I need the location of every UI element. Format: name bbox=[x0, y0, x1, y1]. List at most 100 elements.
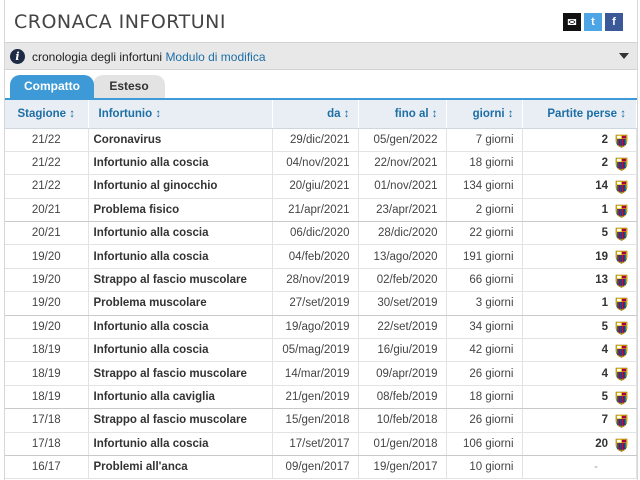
table-row: 18/19 Strappo al fascio muscolare 14/mar/2… bbox=[5, 361, 637, 386]
from-date-cell: 15/gen/2018 bbox=[272, 408, 359, 433]
email-share-icon[interactable]: ✉ bbox=[563, 13, 581, 31]
until-date-cell: 01/gen/2018 bbox=[358, 432, 447, 456]
season-cell: 18/19 bbox=[5, 385, 89, 410]
games-missed-value: 14 bbox=[595, 180, 608, 193]
table-row: 21/22 Infortunio alla coscia 04/nov/2021 22… bbox=[5, 151, 637, 176]
until-date-cell: 16/giu/2019 bbox=[358, 338, 447, 363]
until-date-cell: 10/feb/2018 bbox=[358, 408, 447, 433]
table-row: 21/22 Infortunio al ginocchio 20/giu/2021 0… bbox=[5, 174, 637, 199]
games-missed-value: 7 bbox=[601, 414, 608, 427]
share-buttons: ✉ t f bbox=[563, 13, 623, 31]
table-row: 19/20 Strappo al fascio muscolare 28/nov/2… bbox=[5, 268, 637, 293]
until-date-cell: 09/apr/2019 bbox=[358, 361, 447, 386]
page-title: CRONACA INFORTUNI bbox=[14, 11, 226, 33]
games-missed-cell: 4 bbox=[522, 361, 637, 386]
from-date-cell: 17/set/2017 bbox=[272, 432, 359, 456]
games-missed-value: 19 bbox=[595, 250, 608, 263]
season-cell: 18/19 bbox=[5, 338, 89, 363]
until-date-cell: 01/nov/2021 bbox=[358, 174, 447, 199]
from-date-cell: 09/gen/2017 bbox=[272, 455, 359, 480]
table-row: 17/18 Infortunio alla coscia 17/set/2017 01… bbox=[5, 432, 637, 456]
season-cell: 17/18 bbox=[5, 408, 89, 433]
season-cell: 21/22 bbox=[5, 128, 89, 152]
info-label: cronologia degli infortuni bbox=[32, 50, 163, 64]
games-missed-value: 2 bbox=[601, 133, 608, 146]
info-icon: i bbox=[10, 49, 25, 64]
games-missed-value: - bbox=[594, 461, 598, 474]
table-row: 18/19 Infortunio alla coscia 05/mag/2019 16… bbox=[5, 338, 637, 363]
table-row: 18/19 Infortunio alla caviglia 21/gen/2019… bbox=[5, 385, 637, 410]
sort-from-header[interactable]: da ↕ bbox=[272, 98, 359, 129]
injury-cell: Problemi all'anca bbox=[88, 455, 273, 480]
season-cell: 17/18 bbox=[5, 432, 89, 456]
table-row: 19/20 Problema muscolare 27/set/2019 30/set… bbox=[5, 291, 637, 316]
days-cell: 18 giorni bbox=[446, 385, 523, 410]
twitter-share-icon[interactable]: t bbox=[584, 13, 602, 31]
until-date-cell: 05/gen/2022 bbox=[358, 128, 447, 152]
until-date-cell: 19/gen/2017 bbox=[358, 455, 447, 480]
sort-season-header[interactable]: Stagione ↕ bbox=[5, 98, 89, 129]
season-cell: 20/21 bbox=[5, 198, 89, 223]
info-bar[interactable]: i cronologia degli infortuni Modulo di m… bbox=[5, 42, 637, 70]
games-missed-value: 5 bbox=[601, 320, 608, 333]
sort-days-header[interactable]: giorni ↕ bbox=[446, 98, 523, 129]
from-date-cell: 04/feb/2020 bbox=[272, 244, 359, 269]
tab-esteso[interactable]: Esteso bbox=[93, 75, 165, 98]
from-date-cell: 27/set/2019 bbox=[272, 291, 359, 316]
days-cell: 22 giorni bbox=[446, 221, 523, 246]
facebook-share-icon[interactable]: f bbox=[605, 13, 623, 31]
sort-until-header[interactable]: fino al ↕ bbox=[358, 98, 447, 129]
table-row: 17/18 Strappo al fascio muscolare 15/gen/2… bbox=[5, 408, 637, 433]
injury-cell: Infortunio alla caviglia bbox=[88, 385, 273, 410]
table-header-row: Stagione ↕ Infortunio ↕ da ↕ fino al ↕ g… bbox=[5, 98, 637, 129]
until-date-cell: 22/set/2019 bbox=[358, 315, 447, 340]
edit-form-link[interactable]: Modulo di modifica bbox=[165, 50, 265, 64]
days-cell: 3 giorni bbox=[446, 291, 523, 316]
days-cell: 26 giorni bbox=[446, 408, 523, 433]
injury-cell: Infortunio alla coscia bbox=[88, 432, 273, 456]
games-missed-cell: 5 bbox=[522, 221, 637, 246]
table-row: 16/17 Problemi all'anca 09/gen/2017 19/gen/… bbox=[5, 455, 637, 480]
games-missed-cell: 5 bbox=[522, 315, 637, 340]
from-date-cell: 21/gen/2019 bbox=[272, 385, 359, 410]
days-cell: 34 giorni bbox=[446, 315, 523, 340]
until-date-cell: 22/nov/2021 bbox=[358, 151, 447, 176]
from-date-cell: 29/dic/2021 bbox=[272, 128, 359, 152]
tab-compatto[interactable]: Compatto bbox=[10, 75, 94, 98]
injury-cell: Infortunio alla coscia bbox=[88, 221, 273, 246]
until-date-cell: 23/apr/2021 bbox=[358, 198, 447, 223]
panel-header: CRONACA INFORTUNI ✉ t f bbox=[5, 0, 637, 42]
sort-injury-header[interactable]: Infortunio ↕ bbox=[88, 98, 273, 129]
days-cell: 106 giorni bbox=[446, 432, 523, 456]
games-missed-cell: 1 bbox=[522, 198, 637, 223]
until-date-cell: 30/set/2019 bbox=[358, 291, 447, 316]
sort-games-header[interactable]: Partite perse ↕ bbox=[522, 98, 637, 129]
games-missed-value: 13 bbox=[595, 274, 608, 287]
season-cell: 19/20 bbox=[5, 315, 89, 340]
from-date-cell: 20/giu/2021 bbox=[272, 174, 359, 199]
days-cell: 66 giorni bbox=[446, 268, 523, 293]
injury-cell: Strappo al fascio muscolare bbox=[88, 361, 273, 386]
games-missed-cell: 2 bbox=[522, 128, 637, 152]
from-date-cell: 04/nov/2021 bbox=[272, 151, 359, 176]
info-text: cronologia degli infortuni Modulo di mod… bbox=[32, 50, 266, 64]
days-cell: 42 giorni bbox=[446, 338, 523, 363]
injury-cell: Problema fisico bbox=[88, 198, 273, 223]
until-date-cell: 13/ago/2020 bbox=[358, 244, 447, 269]
until-date-cell: 02/feb/2020 bbox=[358, 268, 447, 293]
from-date-cell: 14/mar/2019 bbox=[272, 361, 359, 386]
games-missed-value: 5 bbox=[601, 227, 608, 240]
season-cell: 21/22 bbox=[5, 174, 89, 199]
chevron-down-icon[interactable] bbox=[619, 53, 629, 59]
games-missed-value: 1 bbox=[601, 203, 608, 216]
games-missed-cell: 5 bbox=[522, 385, 637, 410]
table-row: 20/21 Problema fisico 21/apr/2021 23/apr/20… bbox=[5, 198, 637, 223]
table-row: 19/20 Infortunio alla coscia 19/ago/2019 22… bbox=[5, 315, 637, 340]
games-missed-cell: 1 bbox=[522, 291, 637, 316]
season-cell: 19/20 bbox=[5, 268, 89, 293]
season-cell: 20/21 bbox=[5, 221, 89, 246]
games-missed-cell: 13 bbox=[522, 268, 637, 293]
days-cell: 191 giorni bbox=[446, 244, 523, 269]
injury-cell: Infortunio alla coscia bbox=[88, 244, 273, 269]
table-row: 20/21 Infortunio alla coscia 06/dic/2020 28… bbox=[5, 221, 637, 246]
